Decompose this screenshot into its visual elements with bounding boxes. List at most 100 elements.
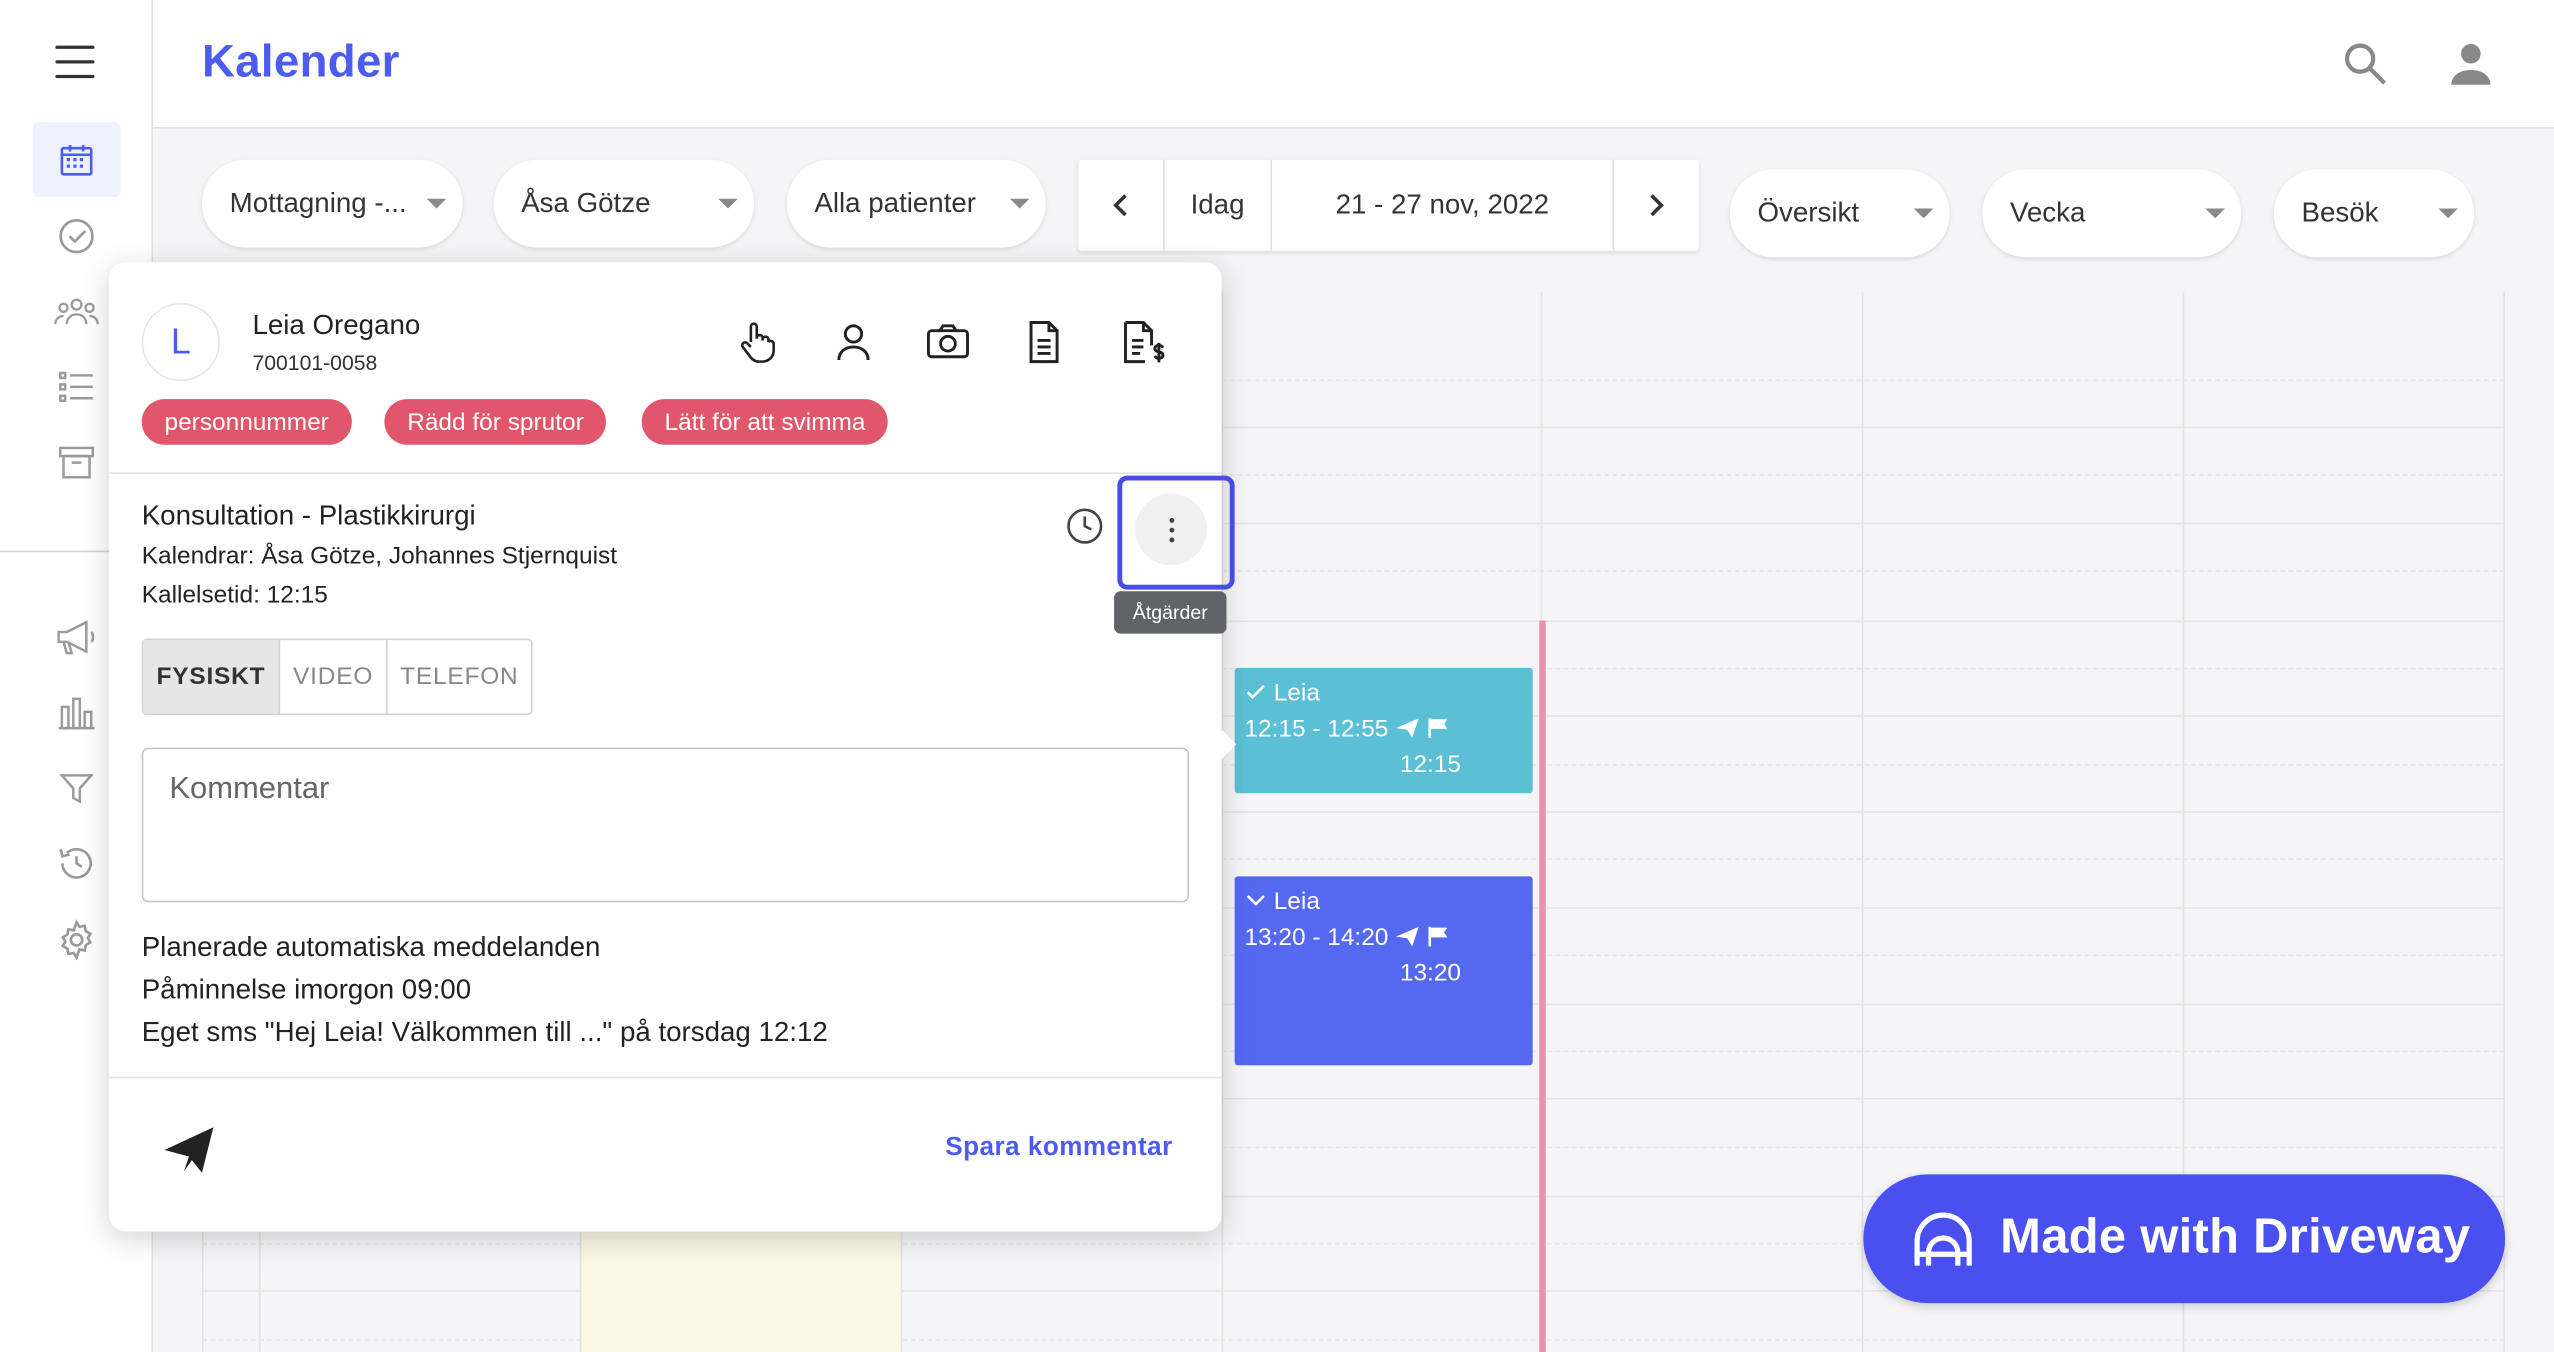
event-call-time: 13:20 xyxy=(1399,958,1462,987)
nav-list[interactable] xyxy=(33,349,121,424)
page-title: Kalender xyxy=(201,35,400,87)
nav-calendar[interactable] xyxy=(32,122,121,198)
app-header: Kalender xyxy=(153,0,2554,129)
event-name: Leia xyxy=(1273,886,1320,915)
chevron-left-icon xyxy=(1113,194,1127,217)
mode-video[interactable]: VIDEO xyxy=(280,640,388,714)
nav-settings[interactable] xyxy=(33,902,121,977)
visit-mode-toggle: FYSISKT VIDEO TELEFON xyxy=(141,638,533,716)
patient-tag: personnummer xyxy=(141,399,352,445)
appointment-call-time: Kallelsetid: 12:15 xyxy=(141,581,328,610)
chevron-down-icon xyxy=(718,198,738,209)
grid-line xyxy=(1221,1097,2506,1100)
document-icon[interactable] xyxy=(1021,319,1067,365)
nav-filter[interactable] xyxy=(33,751,121,826)
chevron-right-icon xyxy=(1650,194,1664,217)
actions-tooltip: Åtgärder xyxy=(1114,591,1227,634)
funnel-icon xyxy=(59,774,94,804)
grid-line xyxy=(2503,291,2506,1352)
period-select-value: Vecka xyxy=(2009,197,2086,229)
prev-week-button[interactable] xyxy=(1078,160,1163,251)
grid-line xyxy=(201,1338,2506,1341)
nav-campaigns[interactable] xyxy=(33,599,121,674)
nav-tasks[interactable] xyxy=(33,199,121,274)
sms-message: Eget sms "Hej Leia! Välkommen till ..." … xyxy=(141,1016,828,1048)
grid-line xyxy=(1221,379,2506,382)
search-icon[interactable] xyxy=(2341,39,2390,88)
current-time-line xyxy=(1539,620,1546,1352)
grid-line xyxy=(1221,474,2506,476)
invoice-icon[interactable] xyxy=(1119,319,1168,365)
reminder-message: Påminnelse imorgon 09:00 xyxy=(141,974,472,1006)
flag-icon xyxy=(1429,926,1449,947)
actions-button[interactable] xyxy=(1117,475,1235,590)
calendar-icon xyxy=(60,144,93,176)
appointment-event[interactable]: Leia 12:15 - 12:55 12:15 xyxy=(1234,667,1533,794)
scheduled-messages-heading: Planerade automatiska meddelanden xyxy=(141,931,601,963)
type-select[interactable]: Besök xyxy=(2273,169,2475,258)
menu-icon[interactable] xyxy=(55,45,95,79)
divider xyxy=(109,1076,1222,1079)
staff-select-value: Åsa Götze xyxy=(521,187,651,219)
nav-patients[interactable] xyxy=(33,274,121,349)
type-select-value: Besök xyxy=(2301,197,2379,229)
patient-avatar: L xyxy=(141,302,220,382)
overview-select[interactable]: Översikt xyxy=(1729,169,1950,258)
patient-tag: Rädd för sprutor xyxy=(384,399,607,445)
appointment-event[interactable]: Leia 13:20 - 14:20 13:20 xyxy=(1234,876,1533,1066)
event-time: 12:15 - 12:55 xyxy=(1244,714,1389,742)
check-icon xyxy=(1246,684,1265,700)
patient-id-number: 700101-0058 xyxy=(252,350,378,375)
grid-line xyxy=(1221,620,2506,623)
made-with-driveway-badge[interactable]: Made with Driveway xyxy=(1863,1174,2506,1304)
mode-physical[interactable]: FYSISKT xyxy=(143,640,281,714)
grid-line xyxy=(1221,1146,2506,1149)
appointment-popup: L Leia Oregano 700101-0058 personnummer … xyxy=(109,262,1237,1232)
date-navigator: Idag 21 - 27 nov, 2022 xyxy=(1078,159,1699,251)
hand-pointer-icon[interactable] xyxy=(735,319,781,365)
user-icon[interactable] xyxy=(2446,39,2495,88)
appointment-calendars: Kalendrar: Åsa Götze, Johannes Stjernqui… xyxy=(141,542,618,571)
patient-name: Leia Oregano xyxy=(252,309,421,341)
grid-line xyxy=(1861,291,1864,1352)
chevron-down-icon xyxy=(1246,894,1265,906)
group-icon xyxy=(54,298,99,325)
today-button[interactable]: Idag xyxy=(1165,160,1271,251)
date-range-label[interactable]: 21 - 27 nov, 2022 xyxy=(1272,160,1612,251)
archive-icon xyxy=(59,446,95,479)
send-icon[interactable] xyxy=(163,1126,215,1175)
highlight-column xyxy=(581,1229,901,1352)
gear-icon xyxy=(60,919,93,961)
chevron-down-icon xyxy=(1913,208,1934,219)
bar-chart-icon xyxy=(58,697,95,730)
send-icon xyxy=(1396,718,1420,738)
person-icon[interactable] xyxy=(831,319,877,365)
event-time: 13:20 - 14:20 xyxy=(1244,922,1389,951)
chevron-down-icon xyxy=(2205,208,2225,219)
camera-icon[interactable] xyxy=(925,319,971,365)
next-week-button[interactable] xyxy=(1614,160,1699,251)
mode-phone[interactable]: TELEFON xyxy=(388,640,531,713)
event-call-time: 12:15 xyxy=(1399,750,1462,778)
save-comment-button[interactable]: Spara kommentar xyxy=(945,1134,1172,1163)
chevron-down-icon xyxy=(2438,208,2458,219)
grid-line xyxy=(1221,811,2506,813)
location-select-value: Mottagning -... xyxy=(229,187,407,219)
patients-select[interactable]: Alla patienter xyxy=(786,159,1046,248)
driveway-logo-icon xyxy=(1914,1212,1972,1266)
send-icon xyxy=(1396,926,1420,947)
comment-field[interactable]: Kommentar xyxy=(141,747,1190,903)
period-select[interactable]: Vecka xyxy=(1982,169,2242,258)
clock-icon[interactable] xyxy=(1065,507,1104,546)
nav-history[interactable] xyxy=(33,826,121,901)
event-name: Leia xyxy=(1273,678,1320,707)
staff-select[interactable]: Åsa Götze xyxy=(493,159,755,248)
location-select[interactable]: Mottagning -... xyxy=(201,159,463,248)
badge-label: Made with Driveway xyxy=(2000,1210,2471,1265)
nav-archive[interactable] xyxy=(33,425,121,500)
grid-line xyxy=(1221,570,2506,572)
grid-line xyxy=(1221,858,2506,861)
megaphone-icon xyxy=(57,620,95,655)
nav-statistics[interactable] xyxy=(33,676,121,751)
grid-line xyxy=(1221,291,1224,1352)
